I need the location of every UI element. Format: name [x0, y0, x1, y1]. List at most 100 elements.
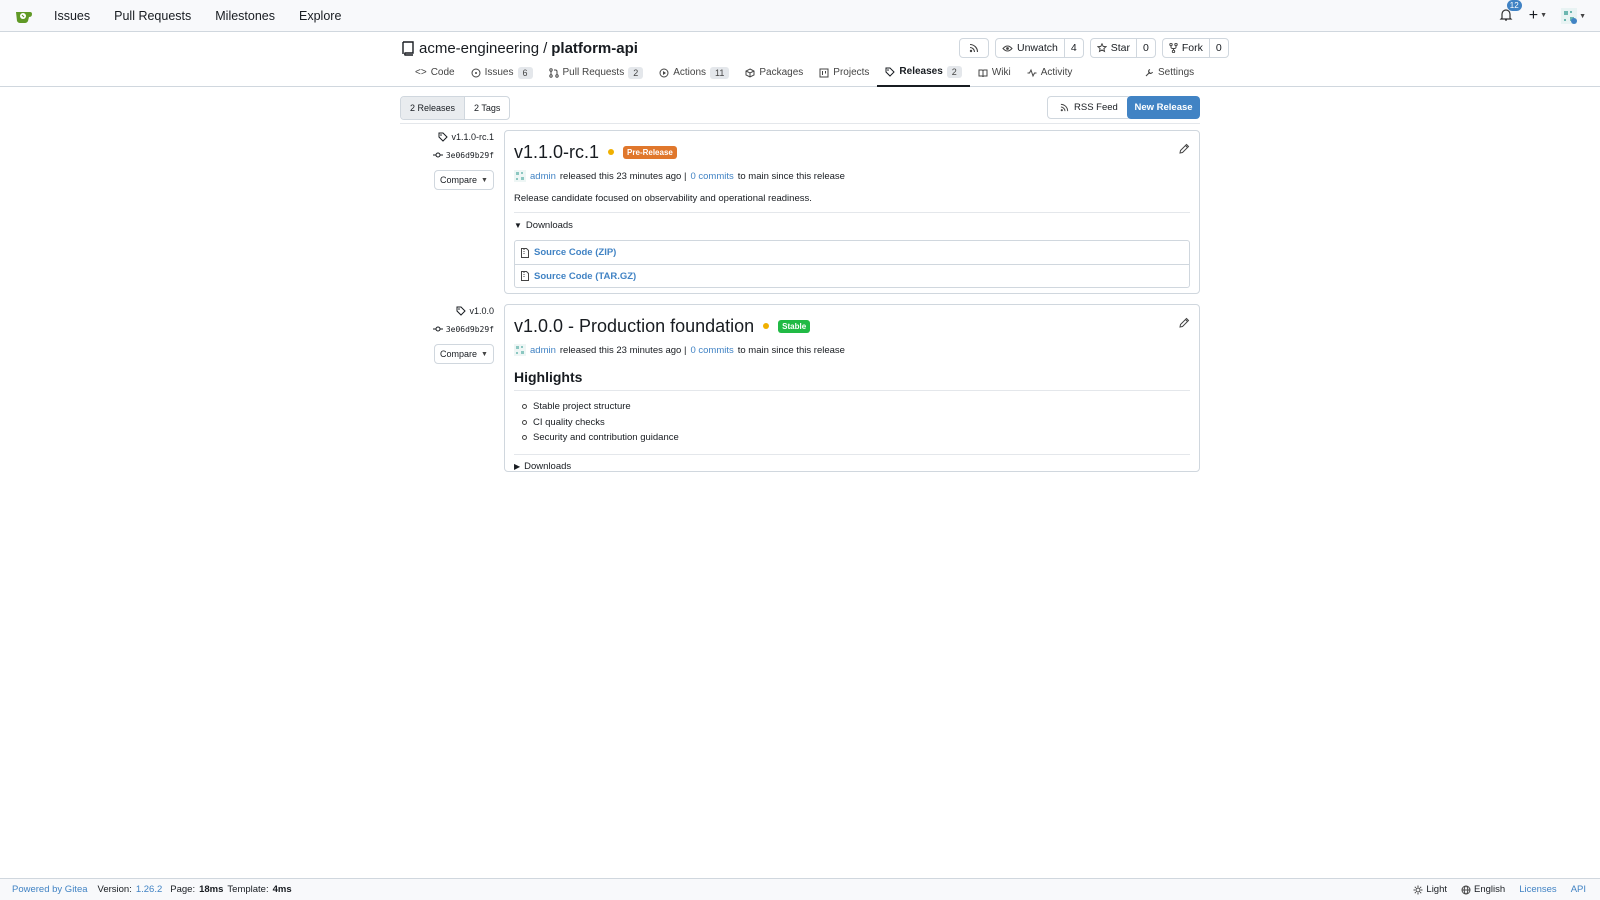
tab-actions-label: Actions [673, 67, 707, 78]
release-commit[interactable]: 3e06d9b29f [394, 149, 494, 161]
version-label: Version: [97, 884, 132, 895]
divider [514, 453, 1190, 455]
tab-releases[interactable]: Releases 2 [877, 65, 970, 87]
globe-icon [1461, 885, 1471, 894]
bullet-icon [522, 435, 527, 441]
pull-request-icon [548, 67, 559, 78]
new-release-button[interactable]: New Release [1127, 96, 1200, 119]
star-count[interactable]: 0 [1135, 39, 1155, 57]
downloads-toggle[interactable]: ▼ Downloads [514, 219, 1190, 231]
release-commit[interactable]: 3e06d9b29f [394, 323, 494, 335]
user-avatar [1561, 8, 1578, 24]
tab-pull-requests[interactable]: Pull Requests 2 [541, 65, 652, 87]
nav-issues[interactable]: Issues [54, 0, 90, 32]
release-title-row: v1.1.0-rc.1 Pre-Release [514, 141, 1190, 163]
release-tag-label: v1.0.0 [469, 306, 494, 316]
rss-button[interactable] [959, 38, 989, 58]
nav-explore[interactable]: Explore [299, 0, 341, 32]
code-icon: <> [415, 67, 427, 78]
language-selector[interactable]: English [1461, 884, 1505, 895]
downloads-label: Downloads [524, 461, 572, 472]
status-dot [608, 149, 615, 155]
issue-icon [471, 68, 481, 77]
commit-icon [432, 152, 443, 158]
tab-packages[interactable]: Packages [737, 65, 811, 87]
compare-button[interactable]: Compare ▼ [434, 344, 494, 364]
language-label: English [1474, 884, 1506, 895]
repo-name-link[interactable]: platform-api [551, 40, 638, 57]
nav-milestones[interactable]: Milestones [215, 0, 275, 32]
release-title[interactable]: v1.0.0 - Production foundation [514, 316, 754, 337]
eye-icon [1002, 45, 1013, 51]
tab-issues[interactable]: Issues 6 [463, 65, 541, 87]
tab-packages-label: Packages [759, 67, 804, 78]
version-link[interactable]: 1.26.2 [136, 884, 162, 895]
author-avatar [514, 170, 526, 182]
since-release-text: to main since this release [737, 344, 845, 356]
tab-settings[interactable]: Settings [1144, 65, 1194, 87]
rss-feed-button[interactable]: RSS Feed [1047, 96, 1131, 119]
tags-count-tab[interactable]: 2 Tags [465, 97, 509, 119]
author-link[interactable]: admin [530, 345, 556, 356]
bullet-icon [522, 404, 527, 410]
download-link[interactable]: Source Code (TAR.GZ) [534, 271, 636, 282]
rss-icon [1060, 103, 1069, 112]
notifications-button[interactable]: 12 [1499, 0, 1522, 24]
author-link[interactable]: admin [530, 171, 556, 182]
release-title[interactable]: v1.1.0-rc.1 [514, 142, 599, 163]
commits-since-link[interactable]: 0 commits [690, 345, 733, 356]
tab-releases-count: 2 [946, 65, 962, 78]
downloads-list: Source Code (ZIP) Source Code (TAR.GZ) [514, 240, 1190, 288]
page-label: Page: [170, 884, 196, 895]
star-button[interactable]: Star 0 [1089, 38, 1156, 58]
download-link[interactable]: Source Code (ZIP) [534, 247, 616, 258]
pencil-icon[interactable] [1178, 317, 1190, 329]
user-menu-button[interactable]: ▼ [1561, 8, 1586, 24]
tab-projects[interactable]: Projects [811, 65, 877, 87]
commits-since-link[interactable]: 0 commits [690, 171, 733, 182]
downloads-toggle[interactable]: ▶ Downloads [514, 461, 1190, 473]
api-link[interactable]: API [1571, 884, 1586, 895]
release-tag[interactable]: v1.1.0-rc.1 [394, 130, 494, 144]
licenses-link[interactable]: Licenses [1519, 884, 1557, 895]
releases-tags-switch: 2 Releases 2 Tags [400, 96, 511, 120]
powered-by-link[interactable]: Powered by Gitea [12, 884, 88, 895]
book-icon [978, 69, 988, 77]
tab-code[interactable]: <> Code [407, 65, 463, 87]
tab-activity[interactable]: Activity [1019, 65, 1081, 87]
download-item[interactable]: Source Code (TAR.GZ) [515, 264, 1189, 287]
release-sidebar: v1.1.0-rc.1 3e06d9b29f Compare ▼ [394, 130, 494, 190]
tab-wiki[interactable]: Wiki [970, 65, 1019, 87]
create-menu-button[interactable]: + ▼ [1529, 8, 1547, 24]
tab-actions[interactable]: Actions 11 [651, 65, 737, 87]
release-meta: admin released this 23 minutes ago | 0 c… [514, 169, 1190, 183]
compare-label: Compare [440, 349, 478, 359]
release-tag[interactable]: v1.0.0 [394, 304, 494, 318]
download-item[interactable]: Source Code (ZIP) [515, 241, 1189, 264]
highlights-heading: Highlights [514, 369, 1190, 391]
released-text: released this 23 minutes ago | [559, 344, 687, 356]
releases-count-tab[interactable]: 2 Releases [401, 97, 466, 119]
fork-label: Fork [1181, 42, 1203, 54]
fork-count[interactable]: 0 [1208, 39, 1228, 57]
pencil-icon[interactable] [1178, 143, 1190, 155]
release-sidebar: v1.0.0 3e06d9b29f Compare ▼ [394, 304, 494, 364]
tab-projects-label: Projects [833, 67, 870, 78]
theme-selector[interactable]: Light [1413, 884, 1447, 895]
chevron-down-icon: ▼ [481, 176, 488, 184]
toolbar-divider [400, 123, 1200, 124]
release-description: Release candidate focused on observabili… [514, 193, 812, 204]
tag-icon [885, 67, 896, 77]
gitea-logo-icon[interactable] [14, 6, 34, 26]
compare-button[interactable]: Compare ▼ [434, 170, 494, 190]
highlight-text: Stable project structure [533, 401, 631, 413]
fork-button[interactable]: Fork 0 [1161, 38, 1229, 58]
package-icon [745, 67, 755, 78]
repo-owner-link[interactable]: acme-engineering [419, 40, 539, 57]
project-board-icon [819, 68, 829, 77]
watch-count[interactable]: 4 [1063, 39, 1083, 57]
tab-issues-count: 6 [517, 66, 533, 79]
nav-pull-requests[interactable]: Pull Requests [114, 0, 191, 32]
tab-actions-count: 11 [710, 66, 730, 79]
watch-button[interactable]: Unwatch 4 [995, 38, 1084, 58]
